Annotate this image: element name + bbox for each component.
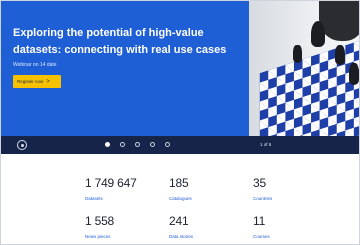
chess-piece-graphic [293, 45, 302, 63]
chess-piece-graphic [311, 21, 325, 47]
stat-value: 185 [169, 176, 189, 190]
stats-section: 1 749 647 Datasets 185 Catalogues 35 Cou… [1, 154, 359, 244]
stat-value: 35 [253, 176, 266, 190]
hero-text: Exploring the potential of high-value da… [13, 25, 243, 68]
hero-image [249, 1, 359, 136]
stat-label: Courses [253, 234, 270, 239]
hand-graphic [319, 1, 359, 41]
carousel-controls: 1 of 5 [1, 136, 359, 154]
stat-datasets[interactable]: 1 749 647 Datasets [85, 176, 165, 201]
stat-label: Countries [253, 196, 273, 201]
stat-catalogues[interactable]: 185 Catalogues [169, 176, 249, 201]
chess-piece-graphic [349, 63, 359, 85]
chevron-right-icon: > [46, 79, 50, 85]
stat-news-pieces[interactable]: 1 558 News pieces [85, 214, 165, 239]
hero-banner: Exploring the potential of high-value da… [1, 1, 359, 136]
carousel-dot[interactable] [150, 142, 155, 147]
stat-label: News pieces [85, 234, 111, 239]
stat-value: 241 [169, 214, 189, 228]
stat-label: Catalogues [169, 196, 192, 201]
carousel-dot[interactable] [135, 142, 140, 147]
chess-piece-graphic [335, 45, 345, 65]
stat-value: 11 [253, 214, 266, 228]
slide-counter: 1 of 5 [260, 142, 272, 147]
carousel-dot[interactable] [105, 142, 110, 147]
stat-label: Data stories [169, 234, 194, 239]
hero-subtitle: Webinar on 14 date [13, 62, 57, 68]
carousel-dots [105, 142, 170, 147]
register-button[interactable]: Register now > [13, 75, 61, 88]
stat-label: Datasets [85, 196, 103, 201]
hero-title: Exploring the potential of high-value da… [13, 27, 227, 56]
pause-icon[interactable] [17, 140, 27, 150]
stat-data-stories[interactable]: 241 Data stories [169, 214, 249, 239]
stat-countries[interactable]: 35 Countries [253, 176, 333, 201]
stat-courses[interactable]: 11 Courses [253, 214, 333, 239]
stat-value: 1 749 647 [85, 176, 137, 190]
register-label: Register now [17, 79, 44, 84]
stat-value: 1 558 [85, 214, 115, 228]
carousel-dot[interactable] [165, 142, 170, 147]
page-frame: Exploring the potential of high-value da… [0, 0, 360, 245]
carousel-dot[interactable] [120, 142, 125, 147]
